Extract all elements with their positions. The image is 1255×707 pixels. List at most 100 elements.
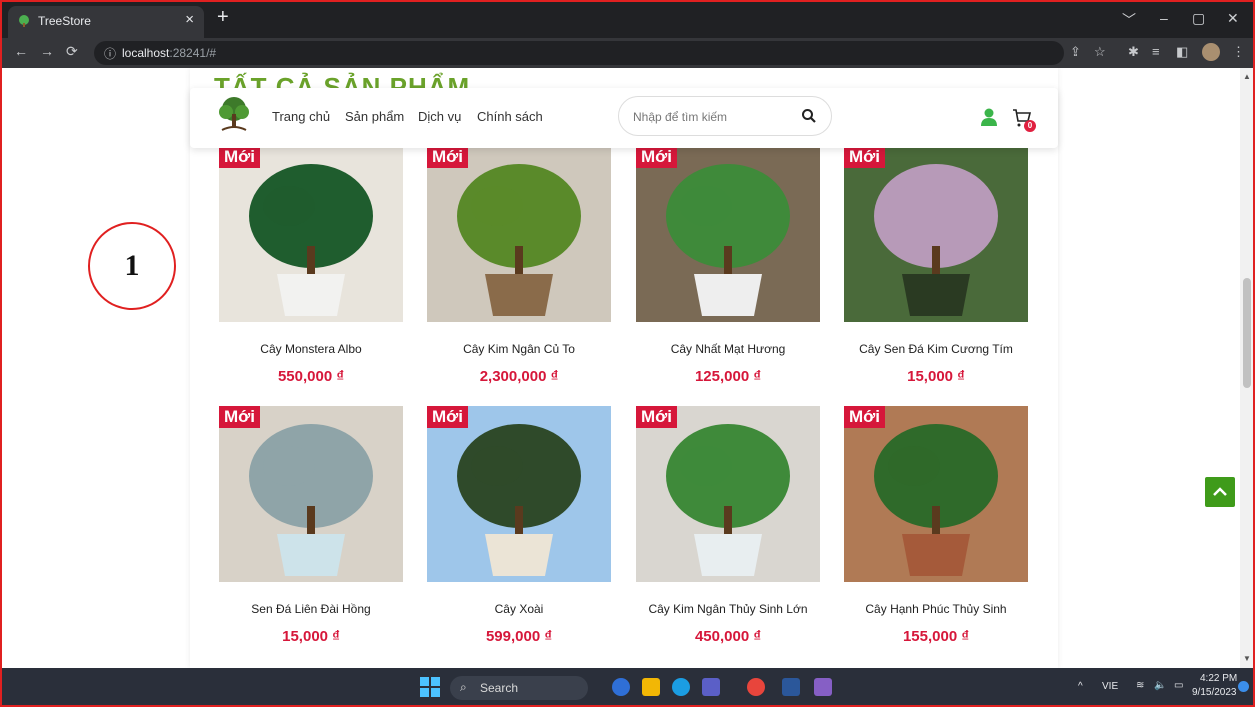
url-text: localhost:28241/# — [122, 46, 217, 60]
product-image[interactable]: Mới — [636, 146, 820, 322]
nav-link-policy[interactable]: Chính sách — [477, 109, 543, 124]
extensions-icon[interactable]: ✱ — [1128, 44, 1139, 60]
product-card[interactable]: Mới Cây Monstera Albo 550,000 ₫ — [219, 146, 403, 385]
tray-chevron-icon[interactable]: ^ — [1078, 681, 1083, 692]
chevron-up-icon — [1213, 487, 1227, 496]
volume-icon[interactable]: 🔈 — [1154, 680, 1166, 691]
product-card[interactable]: Mới Cây Kim Ngân Thủy Sinh Lớn 450,000 ₫ — [636, 406, 820, 645]
product-name[interactable]: Cây Nhất Mạt Hương — [636, 342, 820, 356]
file-explorer-icon[interactable] — [642, 678, 660, 696]
product-image[interactable]: Mới — [844, 406, 1028, 582]
maximize-button[interactable]: ▢ — [1192, 10, 1205, 27]
tab-close-icon[interactable]: × — [185, 11, 194, 28]
product-image[interactable]: Mới — [427, 146, 611, 322]
product-image[interactable]: Mới — [844, 146, 1028, 322]
forward-icon[interactable]: → — [40, 43, 54, 59]
product-card[interactable]: Mới Cây Xoài 599,000 ₫ — [427, 406, 611, 645]
scroll-to-top-button[interactable] — [1205, 477, 1235, 507]
tree-logo-icon[interactable] — [216, 96, 252, 134]
page-scrollbar[interactable]: ▲ ▼ — [1240, 68, 1253, 668]
nav-link-home[interactable]: Trang chủ — [272, 109, 330, 124]
clock-date[interactable]: 9/15/2023 — [1192, 687, 1237, 698]
new-badge: Mới — [219, 146, 260, 168]
product-image[interactable]: Mới — [219, 406, 403, 582]
search-input[interactable] — [633, 107, 783, 127]
product-price: 2,300,000 ₫ — [479, 368, 559, 385]
browser-toolbar: ← → ⟳ ⓘ localhost:28241/# ⇪ ☆ ✱ ≡ ◧ ⋮ — [2, 38, 1253, 68]
word-icon[interactable] — [782, 678, 800, 696]
product-price: 155,000 ₫ — [902, 628, 970, 645]
edge-icon[interactable] — [672, 678, 690, 696]
product-card[interactable]: Mới Cây Sen Đá Kim Cương Tím 15,000 ₫ — [844, 146, 1028, 385]
new-badge: Mới — [844, 146, 885, 168]
search-icon[interactable] — [801, 108, 817, 124]
windows-start-icon[interactable] — [420, 677, 440, 697]
minimize-button[interactable]: – — [1160, 10, 1168, 26]
site-info-icon[interactable]: ⓘ — [104, 45, 116, 62]
site-navbar: Trang chủ Sản phẩm Dịch vụ Chính sách 0 — [190, 88, 1058, 148]
reload-icon[interactable]: ⟳ — [66, 43, 78, 60]
user-icon[interactable] — [980, 108, 998, 126]
teams-icon[interactable] — [702, 678, 720, 696]
product-name[interactable]: Cây Sen Đá Kim Cương Tím — [844, 342, 1028, 356]
product-image[interactable]: Mới — [636, 406, 820, 582]
share-icon[interactable]: ⇪ — [1070, 44, 1081, 60]
scroll-up-icon[interactable]: ▲ — [1243, 72, 1251, 81]
menu-kebab-icon[interactable]: ⋮ — [1232, 44, 1245, 60]
bookmark-star-icon[interactable]: ☆ — [1094, 44, 1106, 60]
new-badge: Mới — [636, 146, 677, 168]
wifi-icon[interactable]: ≋ — [1136, 680, 1144, 691]
product-price: 15,000 ₫ — [907, 368, 965, 385]
new-badge: Mới — [844, 406, 885, 428]
product-name[interactable]: Sen Đá Liên Đài Hồng — [219, 602, 403, 616]
product-price: 550,000 ₫ — [277, 368, 345, 385]
nav-link-services[interactable]: Dịch vụ — [418, 109, 461, 124]
product-card[interactable]: Mới Cây Hạnh Phúc Thủy Sinh 155,000 ₫ — [844, 406, 1028, 645]
reading-list-icon[interactable]: ≡ — [1152, 44, 1160, 59]
product-name[interactable]: Cây Monstera Albo — [219, 342, 403, 356]
windows-taskbar: ⌕ Search ^ VIE ≋ 🔈 ▭ 4:22 PM 9/15/2023 — [2, 668, 1253, 705]
product-card[interactable]: Mới Sen Đá Liên Đài Hồng 15,000 ₫ — [219, 406, 403, 645]
clock-time[interactable]: 4:22 PM — [1200, 673, 1237, 684]
cart-count-badge: 0 — [1024, 120, 1036, 132]
product-card[interactable]: Mới Cây Kim Ngân Củ To 2,300,000 ₫ — [427, 146, 611, 385]
copilot-icon[interactable] — [612, 678, 630, 696]
product-name[interactable]: Cây Kim Ngân Củ To — [427, 342, 611, 356]
address-bar[interactable]: ⓘ localhost:28241/# — [94, 41, 1064, 65]
product-image[interactable]: Mới — [427, 406, 611, 582]
search-icon: ⌕ — [460, 680, 467, 694]
new-badge: Mới — [427, 406, 468, 428]
language-indicator[interactable]: VIE — [1102, 681, 1118, 692]
annotation-circle: 1 — [88, 222, 176, 310]
page-viewport: 1 TẤT CẢ SẢN PHẨM Mới Cây Monstera Albo 55… — [2, 68, 1240, 668]
browser-tab-strip: TreeStore × + ﹀ – ▢ ✕ — [2, 2, 1253, 38]
close-window-button[interactable]: ✕ — [1227, 10, 1239, 27]
product-section: TẤT CẢ SẢN PHẨM Mới Cây Monstera Albo 550,… — [190, 68, 1058, 668]
product-name[interactable]: Cây Xoài — [427, 602, 611, 616]
side-panel-icon[interactable]: ◧ — [1176, 44, 1188, 60]
product-price: 15,000 ₫ — [282, 628, 340, 645]
battery-icon[interactable]: ▭ — [1174, 680, 1183, 691]
product-image[interactable]: Mới — [219, 146, 403, 322]
browser-tab[interactable]: TreeStore × — [8, 6, 204, 38]
product-name[interactable]: Cây Hạnh Phúc Thủy Sinh — [844, 602, 1028, 616]
product-card[interactable]: Mới Cây Nhất Mạt Hương 125,000 ₫ — [636, 146, 820, 385]
scroll-down-icon[interactable]: ▼ — [1243, 654, 1251, 663]
search-box — [618, 96, 832, 136]
product-price: 125,000 ₫ — [694, 368, 762, 385]
new-badge: Mới — [636, 406, 677, 428]
back-icon[interactable]: ← — [14, 43, 28, 59]
profile-avatar[interactable] — [1202, 43, 1220, 61]
scrollbar-thumb[interactable] — [1243, 278, 1251, 388]
chrome-icon[interactable] — [747, 678, 765, 696]
notification-icon[interactable] — [1238, 681, 1249, 692]
taskbar-search[interactable]: ⌕ Search — [450, 676, 588, 700]
nav-link-products[interactable]: Sản phẩm — [345, 109, 404, 124]
product-name[interactable]: Cây Kim Ngân Thủy Sinh Lớn — [636, 602, 820, 616]
new-tab-button[interactable]: + — [217, 7, 229, 27]
new-badge: Mới — [219, 406, 260, 428]
new-badge: Mới — [427, 146, 468, 168]
visual-studio-icon[interactable] — [814, 678, 832, 696]
tab-search-icon[interactable]: ﹀ — [1122, 10, 1136, 30]
product-price: 450,000 ₫ — [694, 628, 762, 645]
